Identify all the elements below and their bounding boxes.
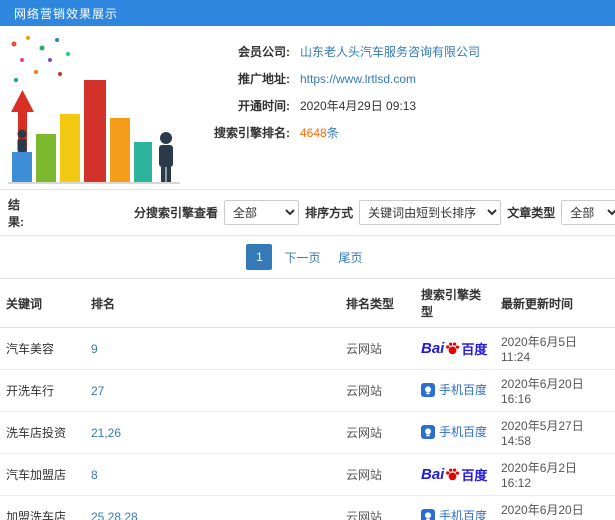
rank-cell: 21,26	[85, 411, 340, 454]
mobile-baidu-label: 手机百度	[439, 383, 488, 398]
company-fields: 会员公司: 山东老人头汽车服务咨询有限公司 推广地址: https://www.…	[190, 38, 480, 146]
keyword-cell: 汽车加盟店	[0, 453, 85, 496]
time-cell: 2020年5月27日 14:58	[495, 411, 615, 454]
company-info-panel: 会员公司: 山东老人头汽车服务咨询有限公司 推广地址: https://www.…	[0, 26, 615, 190]
baidu-logo: Bai 百度	[421, 465, 487, 484]
time-cell: 2020年6月2日 16:12	[495, 453, 615, 496]
field-row-open-time: 开通时间: 2020年4月29日 09:13	[190, 92, 480, 119]
url-label: 推广地址:	[238, 72, 290, 86]
rank-cell: 9	[85, 327, 340, 370]
column-header: 排名	[85, 278, 340, 328]
mobile-baidu-logo: 手机百度	[421, 381, 487, 398]
rank-cell: 8	[85, 453, 340, 496]
company-label: 会员公司:	[238, 45, 290, 59]
column-header: 最新更新时间	[495, 278, 615, 328]
chart-illustration	[2, 30, 187, 186]
filter-controls: 分搜索引擎查看 全部 排序方式 关键词由短到长排序 文章类型 全部 提交	[134, 200, 615, 226]
results-table: 关键词 排名 排名类型 搜索引擎类型 最新更新时间 汽车美容 9 云网站 Bai 百度 2020年…	[0, 278, 615, 520]
time-cell: 2020年6月5日 11:24	[495, 327, 615, 370]
field-row-company: 会员公司: 山东老人头汽车服务咨询有限公司	[190, 38, 480, 65]
table-row: 加盟洗车店25,28,28云网站手机百度 2020年6月20日 16:11	[0, 495, 615, 520]
filter-bar: 结果: 分搜索引擎查看 全部 排序方式 关键词由短到长排序 文章类型 全部 提交	[0, 190, 615, 236]
mobile-baidu-icon	[421, 424, 435, 439]
type-filter-label: 文章类型	[507, 206, 556, 220]
mobile-baidu-logo: 手机百度	[421, 423, 487, 440]
rank-type-cell: 云网站	[340, 327, 415, 370]
baidu-paw-icon	[446, 342, 460, 355]
keyword-cell: 加盟洗车店	[0, 495, 85, 520]
type-select[interactable]: 全部	[561, 200, 615, 225]
rank-cell: 27	[85, 369, 340, 412]
rank-type-cell: 云网站	[340, 369, 415, 412]
field-row-url: 推广地址: https://www.lrtlsd.com	[190, 65, 480, 92]
bar-chart-graphic	[8, 36, 180, 184]
pagination: 1 下一页 尾页	[0, 236, 615, 278]
mobile-baidu-label: 手机百度	[439, 509, 488, 520]
rank-count-unit: 条	[326, 126, 339, 140]
column-header: 搜索引擎类型	[415, 278, 495, 328]
sort-select[interactable]: 关键词由短到长排序	[359, 200, 502, 225]
time-cell: 2020年6月20日 16:16	[495, 369, 615, 412]
keyword-cell: 开洗车行	[0, 369, 85, 412]
baidu-logo-cn: 百度	[461, 468, 488, 483]
table-row: 汽车美容 9 云网站 Bai 百度 2020年6月5日 11:24	[0, 327, 615, 370]
engine-cell: Bai 百度	[415, 453, 495, 496]
mobile-baidu-logo: 手机百度	[421, 507, 487, 520]
engine-cell: 手机百度	[415, 495, 495, 520]
page-number-1[interactable]: 1	[246, 244, 273, 270]
baidu-logo-text: Bai	[421, 466, 445, 483]
sort-filter-label: 排序方式	[305, 206, 354, 220]
keyword-cell: 汽车美容	[0, 327, 85, 370]
rank-count-label: 搜索引擎排名:	[214, 126, 290, 140]
page-header: 网络营销效果展示	[0, 0, 615, 26]
baidu-paw-icon	[446, 468, 460, 481]
engine-select[interactable]: 全部	[224, 200, 300, 225]
keyword-cell: 洗车店投资	[0, 411, 85, 454]
baidu-logo-text: Bai	[421, 340, 445, 357]
rank-type-cell: 云网站	[340, 453, 415, 496]
baidu-logo: Bai 百度	[421, 339, 487, 358]
rank-type-cell: 云网站	[340, 411, 415, 454]
engine-cell: Bai 百度	[415, 327, 495, 370]
baidu-logo-cn: 百度	[461, 342, 488, 357]
result-label: 结果:	[8, 197, 24, 229]
mobile-baidu-icon	[421, 382, 435, 397]
rank-count-value: 4648	[300, 126, 327, 140]
table-row: 洗车店投资 21,26 云网站 手机百度 2020年5月27日 14:58	[0, 411, 615, 454]
mobile-baidu-icon	[421, 508, 435, 520]
engine-cell: 手机百度	[415, 411, 495, 454]
mobile-baidu-label: 手机百度	[439, 425, 488, 440]
next-page-link[interactable]: 下一页	[278, 244, 326, 270]
time-cell: 2020年6月20日 16:11	[495, 495, 615, 520]
table-row: 开洗车行 27 云网站 手机百度 2020年6月20日 16:16	[0, 369, 615, 412]
open-time-label: 开通时间:	[238, 99, 290, 113]
rank-type-cell: 云网站	[340, 495, 415, 520]
field-row-rank-count: 搜索引擎排名: 4648条	[190, 119, 480, 146]
column-header: 排名类型	[340, 278, 415, 328]
engine-filter-label: 分搜索引擎查看	[133, 206, 218, 220]
column-header: 关键词	[0, 278, 85, 328]
rank-cell: 25,28,28	[85, 495, 340, 520]
open-time-value: 2020年4月29日 09:13	[300, 99, 417, 113]
page-title: 网络营销效果展示	[14, 6, 119, 21]
company-name-link[interactable]: 山东老人头汽车服务咨询有限公司	[300, 43, 480, 60]
table-header-row: 关键词 排名 排名类型 搜索引擎类型 最新更新时间	[0, 278, 615, 328]
engine-cell: 手机百度	[415, 369, 495, 412]
last-page-link[interactable]: 尾页	[333, 244, 369, 270]
table-row: 汽车加盟店 8 云网站 Bai 百度 2020年6月2日 16:12	[0, 453, 615, 496]
promo-url-link[interactable]: https://www.lrtlsd.com	[300, 72, 416, 86]
